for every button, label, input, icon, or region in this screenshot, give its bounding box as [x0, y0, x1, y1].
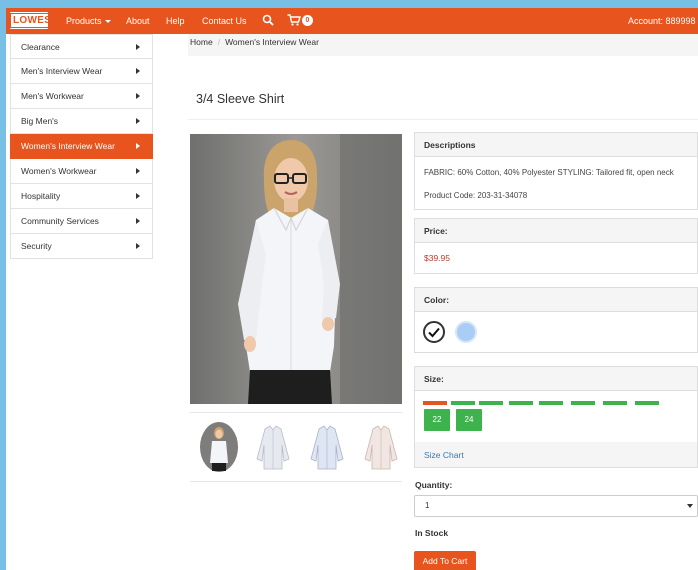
sidebar-item-label: Men's Workwear	[21, 91, 84, 101]
size-option[interactable]	[509, 401, 533, 405]
caret-right-icon	[136, 68, 140, 74]
size-option[interactable]	[635, 401, 659, 405]
logo-text: LOWES	[10, 13, 55, 28]
size-option[interactable]	[451, 401, 475, 405]
caret-right-icon	[136, 218, 140, 224]
descriptions-heading: Descriptions	[415, 133, 697, 157]
nav-about[interactable]: About	[126, 8, 150, 34]
caret-right-icon	[136, 44, 140, 50]
chevron-down-icon	[687, 504, 693, 508]
product-description: FABRIC: 60% Cotton, 40% Polyester STYLIN…	[424, 168, 674, 177]
caret-right-icon	[136, 168, 140, 174]
size-option[interactable]	[571, 401, 595, 405]
descriptions-panel: Descriptions FABRIC: 60% Cotton, 40% Pol…	[414, 132, 698, 210]
size-panel: Size: 22 24	[414, 366, 698, 443]
top-navbar: LOWES Products About Help Contact Us 0 A…	[6, 8, 698, 34]
sidebar-item-community-services[interactable]: Community Services	[10, 209, 153, 234]
size-option-22[interactable]: 22	[424, 409, 450, 431]
sidebar-item-label: Hospitality	[21, 191, 61, 201]
sidebar-item-womens-interview-wear[interactable]: Women's Interview Wear	[10, 134, 153, 159]
breadcrumb-separator: /	[217, 37, 221, 47]
sidebar-item-label: Big Men's	[21, 116, 59, 126]
add-to-cart-button[interactable]: Add To Cart	[414, 551, 476, 570]
product-code: Product Code: 203-31-34078	[424, 191, 528, 200]
quantity-select[interactable]: 1	[414, 495, 698, 517]
chevron-down-icon	[104, 20, 111, 24]
nav-products[interactable]: Products	[66, 8, 111, 34]
sidebar-item-label: Women's Interview Wear	[21, 141, 115, 151]
thumbnail-shirt-pink-image	[364, 425, 398, 470]
size-option[interactable]	[603, 401, 627, 405]
sidebar-item-label: Men's Interview Wear	[21, 66, 103, 76]
size-option[interactable]	[539, 401, 563, 405]
breadcrumb-current: Women's Interview Wear	[225, 37, 319, 47]
color-swatch-light-blue[interactable]	[455, 321, 477, 343]
caret-right-icon	[136, 243, 140, 249]
sidebar-item-security[interactable]: Security	[10, 234, 153, 259]
thumbnail-shirt-blue[interactable]	[308, 421, 346, 473]
breadcrumb-home[interactable]: Home	[190, 37, 213, 47]
sidebar-item-hospitality[interactable]: Hospitality	[10, 184, 153, 209]
nav-products-label: Products	[66, 16, 102, 26]
sidebar-item-label: Security	[21, 241, 52, 251]
quantity-label: Quantity:	[415, 480, 453, 490]
lowes-logo[interactable]: LOWES	[10, 12, 55, 29]
check-icon	[428, 327, 440, 338]
size-option[interactable]	[423, 401, 447, 405]
sidebar-item-label: Community Services	[21, 216, 99, 226]
sidebar-item-mens-workwear[interactable]: Men's Workwear	[10, 84, 153, 109]
sidebar-item-womens-workwear[interactable]: Women's Workwear	[10, 159, 153, 184]
thumbnail-model-image	[200, 422, 238, 472]
quantity-value: 1	[425, 501, 430, 510]
product-main-image[interactable]	[190, 134, 402, 404]
cart-count-badge: 0	[302, 15, 313, 26]
size-heading: Size:	[415, 367, 697, 391]
thumbnail-shirt-pink[interactable]	[362, 421, 400, 473]
cart-icon[interactable]	[287, 14, 301, 26]
nav-help[interactable]: Help	[166, 8, 185, 34]
page-title: 3/4 Sleeve Shirt	[196, 92, 285, 106]
thumbnail-shirt-front[interactable]	[254, 421, 292, 473]
color-panel: Color:	[414, 287, 698, 353]
thumbnail-shirt-blue-image	[310, 425, 344, 470]
page: LOWES Products About Help Contact Us 0 A…	[6, 8, 698, 570]
size-chart-link[interactable]: Size Chart	[414, 442, 698, 468]
sidebar-item-big-mens[interactable]: Big Men's	[10, 109, 153, 134]
caret-right-icon	[136, 118, 140, 124]
color-heading: Color:	[415, 288, 697, 312]
price-panel: Price: $39.95	[414, 218, 698, 274]
caret-right-icon	[136, 93, 140, 99]
sidebar-item-mens-interview-wear[interactable]: Men's Interview Wear	[10, 59, 153, 84]
caret-right-icon	[136, 143, 140, 149]
category-sidebar: Clearance Men's Interview Wear Men's Wor…	[10, 34, 153, 259]
breadcrumb: Home / Women's Interview Wear	[190, 37, 319, 53]
price-value: $39.95	[424, 253, 450, 263]
size-option[interactable]	[479, 401, 503, 405]
price-heading: Price:	[415, 219, 697, 243]
product-thumbnails	[190, 412, 402, 482]
caret-right-icon	[136, 193, 140, 199]
sidebar-item-label: Women's Workwear	[21, 166, 97, 176]
sidebar-item-label: Clearance	[21, 42, 60, 52]
color-swatch-white[interactable]	[423, 321, 445, 343]
nav-contact[interactable]: Contact Us	[202, 8, 247, 34]
search-icon[interactable]	[262, 14, 274, 26]
size-option-24[interactable]: 24	[456, 409, 482, 431]
model-photo	[190, 134, 402, 404]
thumbnail-shirt-front-image	[256, 425, 290, 470]
sidebar-item-clearance[interactable]: Clearance	[10, 34, 153, 59]
stock-status: In Stock	[415, 528, 449, 538]
account-link[interactable]: Account: 889998	[628, 8, 696, 34]
title-divider	[188, 119, 698, 120]
thumbnail-model[interactable]	[200, 421, 238, 473]
